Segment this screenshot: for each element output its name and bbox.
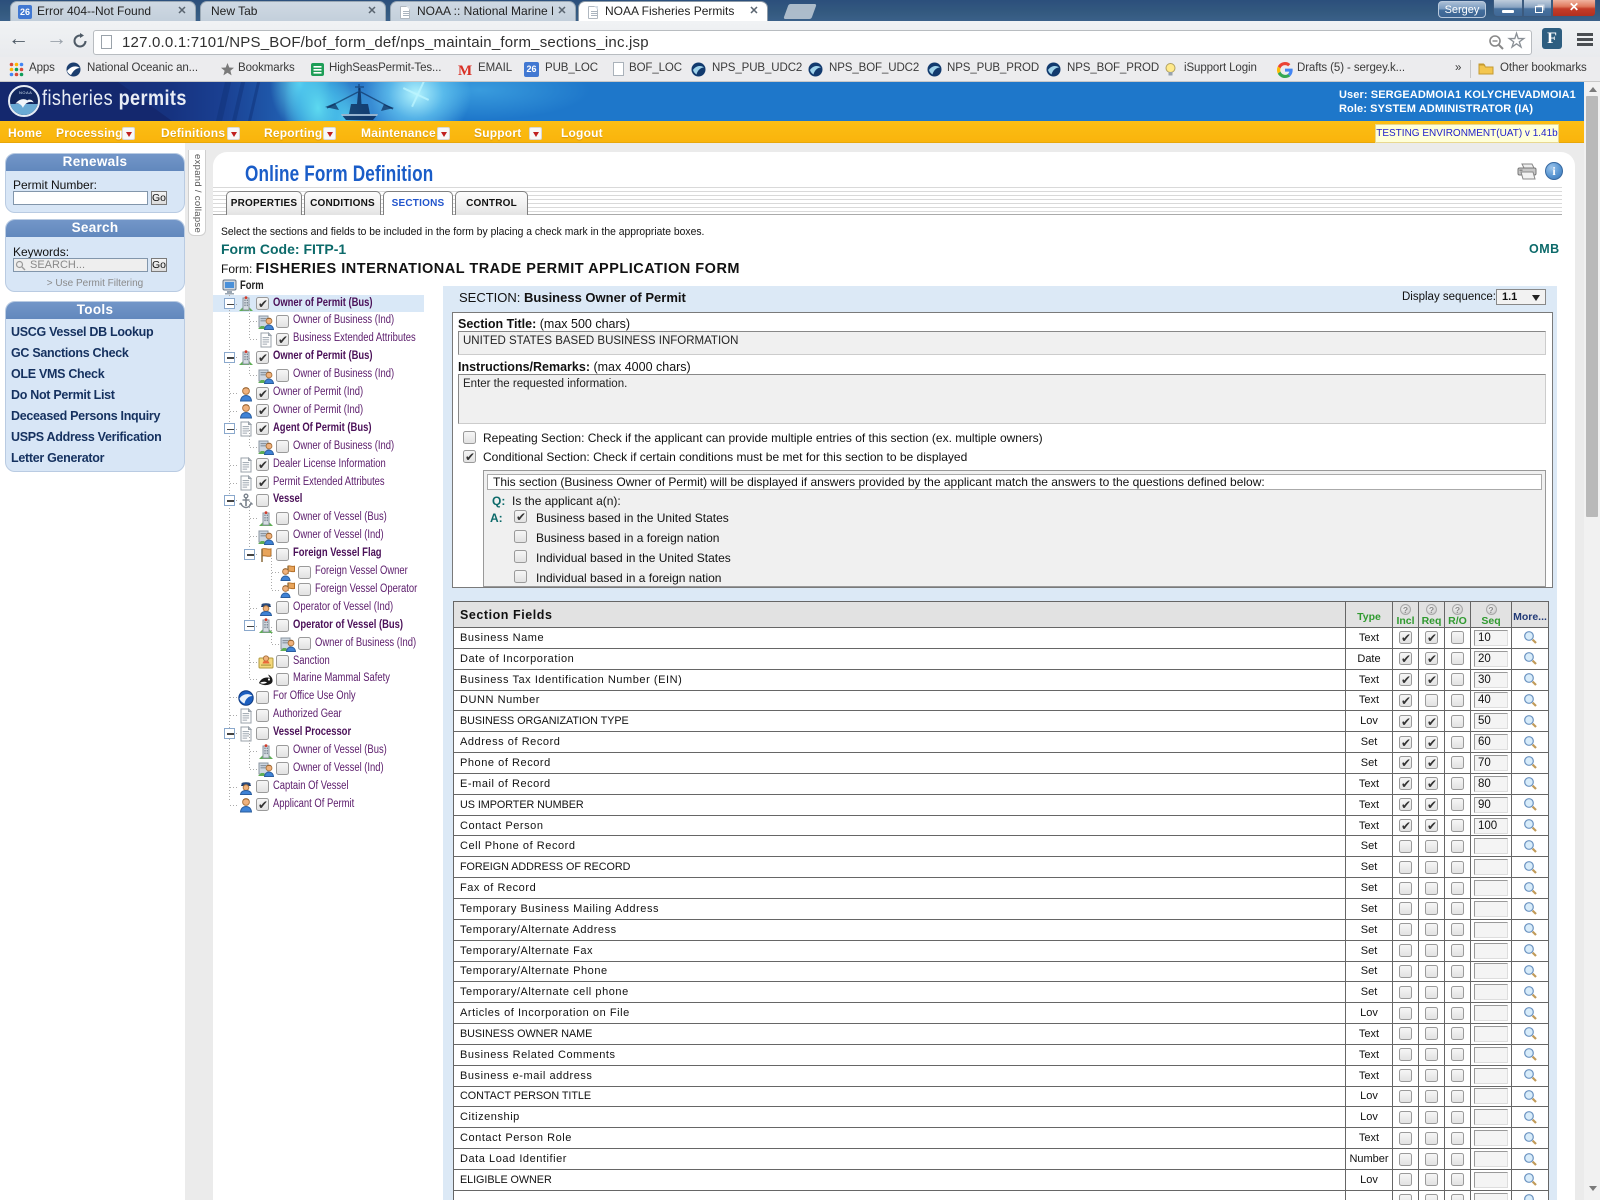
svg-text:M: M [458,63,472,77]
